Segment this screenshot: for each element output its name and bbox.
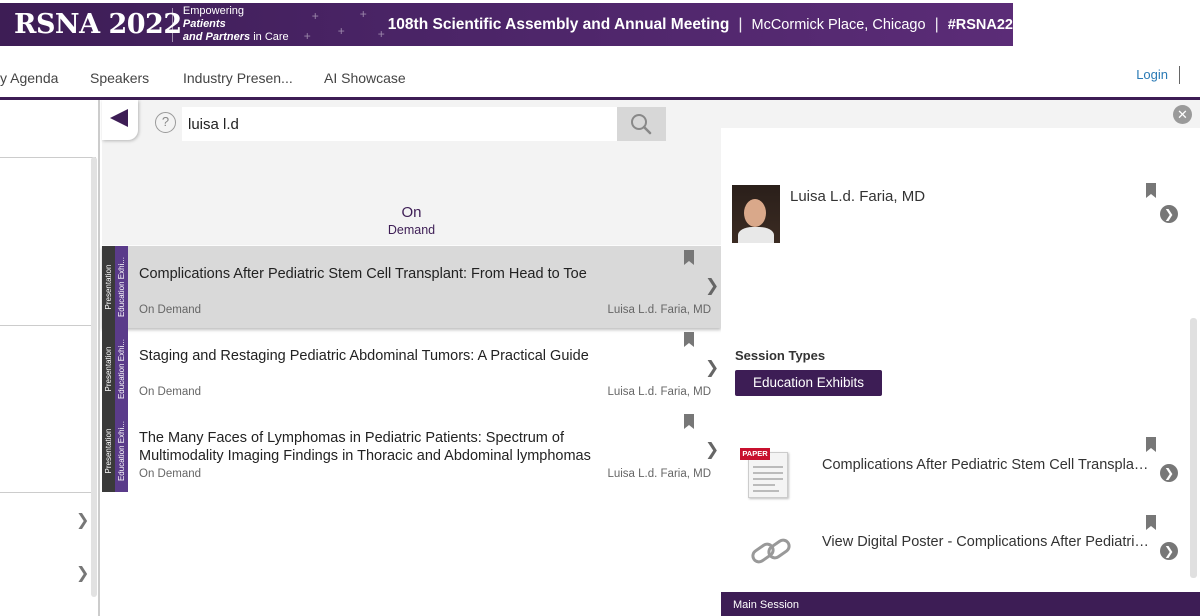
detail-panel: ✕ Luisa L.d. Faria, MD ❯ Session Types E… <box>721 100 1200 616</box>
chevron-right-icon[interactable]: ❯ <box>76 563 89 583</box>
session-types-label: Session Types <box>735 348 826 363</box>
nav-item-speakers[interactable]: Speakers <box>90 70 149 86</box>
login-link[interactable]: Login <box>1136 67 1168 82</box>
sidebar-divider <box>0 325 96 326</box>
main-session-footer[interactable]: Main Session <box>721 592 1200 616</box>
result-author[interactable]: Luisa L.d. Faria, MD <box>607 468 711 480</box>
result-card[interactable]: Presentation Education Exhi... Staging a… <box>102 328 721 410</box>
search-results-panel: ? On Demand Presentation Education Exhi.… <box>102 100 721 616</box>
detail-scrollbar[interactable] <box>1190 318 1197 578</box>
chevron-right-circle-icon[interactable]: ❯ <box>1160 205 1178 223</box>
result-card[interactable]: Presentation Education Exhi... The Many … <box>102 410 721 492</box>
triangle-left-icon <box>110 109 128 127</box>
avatar-face <box>744 199 766 227</box>
bookmark-icon[interactable] <box>683 414 695 429</box>
paper-line <box>753 478 783 480</box>
close-icon[interactable]: ✕ <box>1173 105 1192 124</box>
bookmark-icon[interactable] <box>1145 183 1157 198</box>
rsna-banner: RSNA 2022 Empowering Patients and Partne… <box>0 3 1013 46</box>
bookmark-icon[interactable] <box>1145 437 1157 452</box>
nav-item-agenda[interactable]: y Agenda <box>0 70 58 86</box>
result-status: On Demand <box>139 304 202 316</box>
top-nav: y Agenda Speakers Industry Presen... AI … <box>0 58 1200 98</box>
banner-separator: | <box>934 15 939 33</box>
left-sidebar: ❯ ❯ <box>0 100 100 616</box>
result-author[interactable]: Luisa L.d. Faria, MD <box>607 386 711 398</box>
chevron-right-icon[interactable]: ❯ <box>705 276 719 296</box>
tagline-part: Empowering <box>182 5 245 17</box>
detail-header <box>721 100 1200 128</box>
result-status: On Demand <box>139 468 202 480</box>
session-type-badge[interactable]: Education Exhibits <box>735 370 882 396</box>
nav-divider <box>1179 66 1180 84</box>
document-title[interactable]: Complications After Pediatric Stem Cell … <box>822 457 1152 473</box>
paper-line <box>753 472 783 474</box>
result-card[interactable]: Presentation Education Exhi... Complicat… <box>102 246 721 328</box>
tagline-part-bold: and Partners <box>182 31 251 43</box>
paper-label: PAPER <box>740 448 770 460</box>
result-type: Presentation <box>104 264 113 310</box>
sidebar-scrollbar[interactable] <box>91 157 97 597</box>
sidebar-divider <box>0 157 96 158</box>
banner-hashtag: #RSNA22 <box>947 16 1013 33</box>
document-title[interactable]: View Digital Poster - Complications Afte… <box>822 534 1152 550</box>
filter-on-demand[interactable]: On <box>102 204 721 221</box>
banner-sparkles: + + + + + <box>303 7 385 43</box>
chevron-right-icon[interactable]: ❯ <box>76 510 89 530</box>
result-category: Education Exhi... <box>117 338 126 400</box>
tagline-part-bold: Patients <box>182 18 226 30</box>
main-session-label: Main Session <box>733 599 800 611</box>
nav-item-industry-presentations[interactable]: Industry Presen... <box>183 70 293 86</box>
chevron-right-circle-icon[interactable]: ❯ <box>1160 464 1178 482</box>
paper-line <box>753 484 775 486</box>
paper-icon[interactable]: PAPER <box>740 448 792 498</box>
result-type: Presentation <box>104 428 113 474</box>
tagline-part: in Care <box>250 31 289 43</box>
chevron-right-circle-icon[interactable]: ❯ <box>1160 542 1178 560</box>
paper-line <box>753 490 779 492</box>
result-category: Education Exhi... <box>117 256 126 318</box>
collapse-sidebar-button[interactable] <box>102 100 138 140</box>
nav-item-ai-showcase[interactable]: AI Showcase <box>324 70 406 86</box>
search-icon <box>631 114 652 135</box>
sidebar-divider <box>0 492 96 493</box>
paper-line <box>753 466 783 468</box>
rsna-logo: RSNA 2022 <box>14 9 182 40</box>
link-icon[interactable] <box>750 535 794 567</box>
chevron-right-icon[interactable]: ❯ <box>705 358 719 378</box>
speaker-name[interactable]: Luisa L.d. Faria, MD <box>790 188 925 205</box>
chevron-right-icon[interactable]: ❯ <box>705 440 719 460</box>
bookmark-icon[interactable] <box>683 332 695 347</box>
bookmark-icon[interactable] <box>683 250 695 265</box>
banner-divider <box>172 7 173 42</box>
filter-on-demand-sub[interactable]: Demand <box>102 223 721 237</box>
avatar-body <box>738 227 774 243</box>
result-title[interactable]: Complications After Pediatric Stem Cell … <box>139 265 619 283</box>
result-category: Education Exhi... <box>117 420 126 482</box>
banner-tagline: Empowering Patients and Partners in Care <box>183 5 290 44</box>
bookmark-icon[interactable] <box>1145 515 1157 530</box>
result-author[interactable]: Luisa L.d. Faria, MD <box>607 304 711 316</box>
result-title[interactable]: The Many Faces of Lymphomas in Pediatric… <box>139 429 619 465</box>
help-icon[interactable]: ? <box>155 112 176 133</box>
result-title[interactable]: Staging and Restaging Pediatric Abdomina… <box>139 347 619 365</box>
banner-separator: | <box>738 15 743 33</box>
result-type: Presentation <box>104 346 113 392</box>
banner-meeting: 108th Scientific Assembly and Annual Mee… <box>387 15 730 33</box>
banner-location: McCormick Place, Chicago <box>751 16 926 33</box>
search-input[interactable] <box>182 107 618 141</box>
search-button[interactable] <box>617 107 666 141</box>
avatar[interactable] <box>732 185 780 243</box>
result-status: On Demand <box>139 386 202 398</box>
